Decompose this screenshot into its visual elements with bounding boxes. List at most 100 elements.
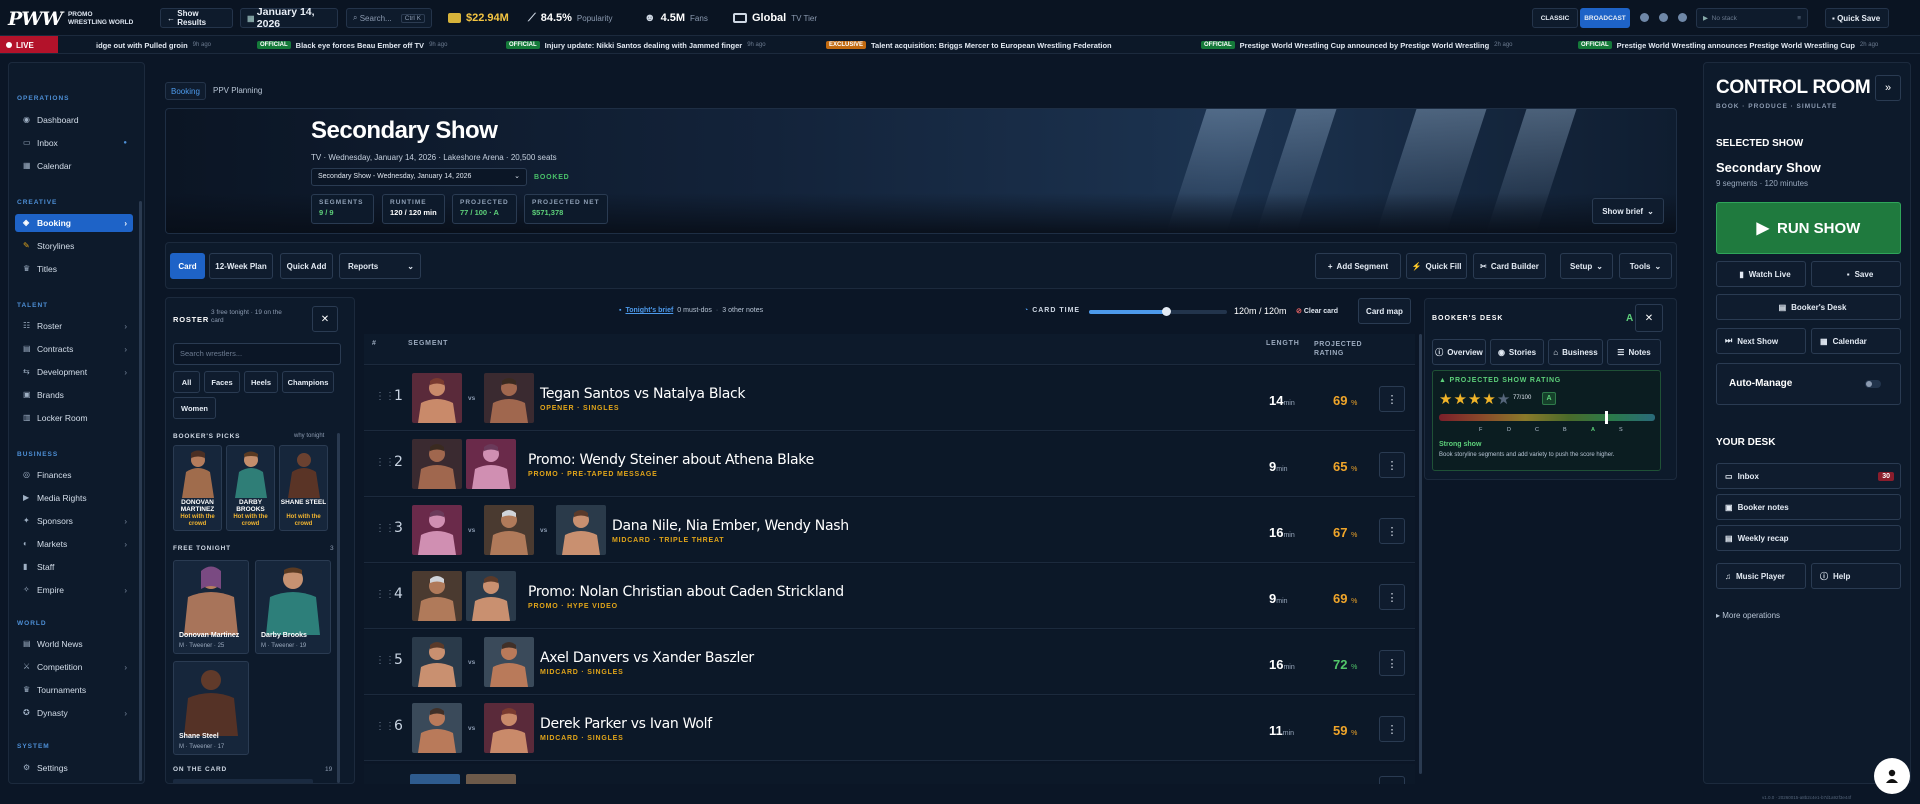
run-show-button[interactable]: ▶ RUN SHOW bbox=[1716, 202, 1901, 254]
drag-handle-icon[interactable]: ⋮⋮ bbox=[375, 721, 395, 732]
music-player-button[interactable]: ♫ Music Player bbox=[1716, 563, 1806, 589]
why-tonight-link[interactable]: why tonight bbox=[294, 433, 324, 439]
tv-tier-stat[interactable]: Global TV Tier bbox=[733, 8, 817, 28]
date-display[interactable]: ▦ January 14, 2026 bbox=[240, 6, 338, 30]
tools-button[interactable]: Tools ⌄ bbox=[1619, 253, 1672, 279]
close-roster-button[interactable]: ✕ bbox=[312, 306, 338, 332]
row-menu-button[interactable] bbox=[1379, 776, 1405, 784]
drag-handle-icon[interactable]: ⋮⋮ bbox=[375, 391, 395, 402]
setup-button[interactable]: Setup ⌄ bbox=[1560, 253, 1613, 279]
sidebar-item-development[interactable]: ⇆ Development › bbox=[15, 363, 133, 381]
row-menu-button[interactable]: ⋮ bbox=[1379, 518, 1405, 544]
booker-notes-button[interactable]: ▣ Booker notes bbox=[1716, 494, 1901, 520]
watch-live-button[interactable]: ▮ Watch Live bbox=[1716, 261, 1806, 287]
sidebar-item-markets[interactable]: ◐ Markets › bbox=[15, 535, 133, 553]
tonights-brief-link[interactable]: Tonight's brief bbox=[625, 307, 673, 314]
filter-champions[interactable]: Champions bbox=[282, 371, 334, 393]
sidebar-item-media-rights[interactable]: ▶ Media Rights bbox=[15, 489, 133, 507]
row-menu-button[interactable]: ⋮ bbox=[1379, 386, 1405, 412]
table-row[interactable]: ⋮⋮ 6 vs Derek Parker vs Ivan Wolf MIDCARD · … bbox=[364, 696, 1415, 761]
toggle-switch[interactable] bbox=[1865, 380, 1881, 388]
popularity-stat[interactable]: ⟋ 84.5% Popularity bbox=[528, 8, 612, 28]
add-segment-button[interactable]: + Add Segment bbox=[1315, 253, 1401, 279]
card-time-slider[interactable] bbox=[1089, 307, 1227, 316]
desk-tab-stories[interactable]: ◉ Stories bbox=[1490, 339, 1544, 365]
roster-search-input[interactable]: Search wrestlers... bbox=[173, 343, 341, 365]
ticker-item[interactable]: OFFICIAL Prestige World Wrestling announc… bbox=[1578, 39, 1878, 51]
ticker-item[interactable]: EXCLUSIVE Talent acquisition: Briggs Merc… bbox=[826, 39, 1112, 51]
filter-women[interactable]: Women bbox=[173, 397, 216, 419]
table-row[interactable]: ⋮⋮ 5 vs Axel Danvers vs Xander Baszler MIDCA… bbox=[364, 630, 1415, 695]
filter-faces[interactable]: Faces bbox=[204, 371, 240, 393]
ticker-item[interactable]: idge out with Pulled groin 9h ago bbox=[96, 39, 211, 51]
reports-select[interactable]: Reports ⌄ bbox=[339, 253, 421, 279]
twelve-week-plan-button[interactable]: 12-Week Plan bbox=[209, 253, 273, 279]
mode-classic-button[interactable]: CLASSIC bbox=[1532, 8, 1578, 28]
free-wrestler-card[interactable]: Shane Steel M · Tweener · 17 bbox=[173, 661, 249, 755]
sync-icon[interactable] bbox=[1659, 13, 1668, 22]
tab-booking[interactable]: Booking bbox=[165, 82, 206, 100]
sidebar-scrollbar[interactable] bbox=[139, 201, 142, 781]
card-time-thumb[interactable] bbox=[1162, 307, 1172, 316]
sidebar-item-world-news[interactable]: ▤ World News bbox=[15, 635, 133, 653]
segment-scrollbar[interactable] bbox=[1419, 334, 1422, 774]
status-dot-icon[interactable] bbox=[1640, 13, 1649, 22]
sidebar-item-inbox[interactable]: ▭ Inbox ● bbox=[15, 134, 133, 152]
more-operations-toggle[interactable]: ▸ More operations bbox=[1716, 611, 1780, 620]
save-button[interactable]: ▪ Save bbox=[1811, 261, 1901, 287]
row-menu-button[interactable]: ⋮ bbox=[1379, 650, 1405, 676]
desk-tab-overview[interactable]: ⓘ Overview bbox=[1432, 339, 1486, 365]
auto-manage-toggle[interactable]: Auto-Manage bbox=[1716, 363, 1901, 405]
sidebar-item-titles[interactable]: ♛ Titles bbox=[15, 260, 133, 278]
table-row[interactable]: ⋮⋮ 2 Promo: Wendy Steiner about Athena Bla… bbox=[364, 432, 1415, 497]
quick-fill-button[interactable]: ⚡ Quick Fill bbox=[1406, 253, 1467, 279]
ticker-item[interactable]: OFFICIAL Injury update: Nikki Santos deal… bbox=[506, 39, 766, 51]
filter-all[interactable]: All bbox=[173, 371, 200, 393]
stack-selector[interactable]: ▶ No stack ≡ bbox=[1696, 8, 1808, 28]
ticker-item[interactable]: OFFICIAL Prestige World Wrestling Cup ann… bbox=[1201, 39, 1513, 51]
fans-stat[interactable]: ☻ 4.5M Fans bbox=[644, 8, 708, 28]
filter-heels[interactable]: Heels bbox=[244, 371, 278, 393]
sidebar-item-competition[interactable]: ⚔ Competition › bbox=[15, 658, 133, 676]
sidebar-item-contracts[interactable]: ▤ Contracts › bbox=[15, 340, 133, 358]
sidebar-item-dashboard[interactable]: ◉ Dashboard bbox=[15, 111, 133, 129]
card-tab-button[interactable]: Card bbox=[170, 253, 205, 279]
inbox-button[interactable]: ▭ Inbox 30 bbox=[1716, 463, 1901, 489]
row-menu-button[interactable]: ⋮ bbox=[1379, 452, 1405, 478]
clear-card-button[interactable]: ⊘ Clear card bbox=[1296, 307, 1338, 315]
ticker-item[interactable]: OFFICIAL Black eye forces Beau Ember off … bbox=[257, 39, 447, 51]
sidebar-item-storylines[interactable]: ✎ Storylines bbox=[15, 237, 133, 255]
free-wrestler-card[interactable]: Darby Brooks M · Tweener · 19 bbox=[255, 560, 331, 654]
show-results-button[interactable]: ← Show Results bbox=[160, 8, 233, 28]
sidebar-item-empire[interactable]: ✧ Empire › bbox=[15, 581, 133, 599]
notifications-icon[interactable] bbox=[1678, 13, 1687, 22]
profile-fab[interactable] bbox=[1874, 758, 1910, 794]
pick-card[interactable]: SHANE STEEL Hot with the crowd bbox=[279, 445, 328, 531]
sidebar-item-settings[interactable]: ⚙ Settings bbox=[15, 759, 133, 777]
weekly-recap-button[interactable]: ▤ Weekly recap bbox=[1716, 525, 1901, 551]
row-menu-button[interactable]: ⋮ bbox=[1379, 584, 1405, 610]
mode-broadcast-button[interactable]: BROADCAST bbox=[1580, 8, 1630, 28]
sidebar-item-brands[interactable]: ▣ Brands bbox=[15, 386, 133, 404]
sidebar-item-finances[interactable]: ◎ Finances bbox=[15, 466, 133, 484]
table-row[interactable]: ⋮⋮ 4 Promo: Nolan Christian about Caden St… bbox=[364, 564, 1415, 629]
collapse-panel-button[interactable]: » bbox=[1875, 75, 1901, 101]
free-wrestler-card[interactable]: Donovan Martinez M · Tweener · 25 bbox=[173, 560, 249, 654]
row-menu-button[interactable]: ⋮ bbox=[1379, 716, 1405, 742]
drag-handle-icon[interactable]: ⋮⋮ bbox=[375, 457, 395, 468]
table-row[interactable]: ⋮⋮ 3 vs vs Dana Nile, Nia Ember, Wendy Nash M… bbox=[364, 498, 1415, 563]
pick-card[interactable]: DARBY BROOKS Hot with the crowd bbox=[226, 445, 275, 531]
desk-tab-notes[interactable]: ☰ Notes bbox=[1607, 339, 1661, 365]
card-builder-button[interactable]: ✂ Card Builder bbox=[1473, 253, 1546, 279]
sidebar-item-calendar[interactable]: ▦ Calendar bbox=[15, 157, 133, 175]
sidebar-item-locker-room[interactable]: ▥ Locker Room bbox=[15, 409, 133, 427]
roster-scrollbar[interactable] bbox=[337, 433, 340, 783]
on-card-item[interactable] bbox=[173, 779, 313, 783]
bookers-desk-button[interactable]: ▤ Booker's Desk bbox=[1716, 294, 1901, 320]
close-desk-button[interactable]: ✕ bbox=[1635, 304, 1663, 332]
sidebar-item-tournaments[interactable]: ♛ Tournaments bbox=[15, 681, 133, 699]
sidebar-item-booking[interactable]: ◈ Booking › bbox=[15, 214, 133, 232]
card-map-button[interactable]: Card map bbox=[1358, 298, 1411, 324]
sidebar-item-roster[interactable]: ☷ Roster › bbox=[15, 317, 133, 335]
quick-add-button[interactable]: Quick Add bbox=[280, 253, 333, 279]
